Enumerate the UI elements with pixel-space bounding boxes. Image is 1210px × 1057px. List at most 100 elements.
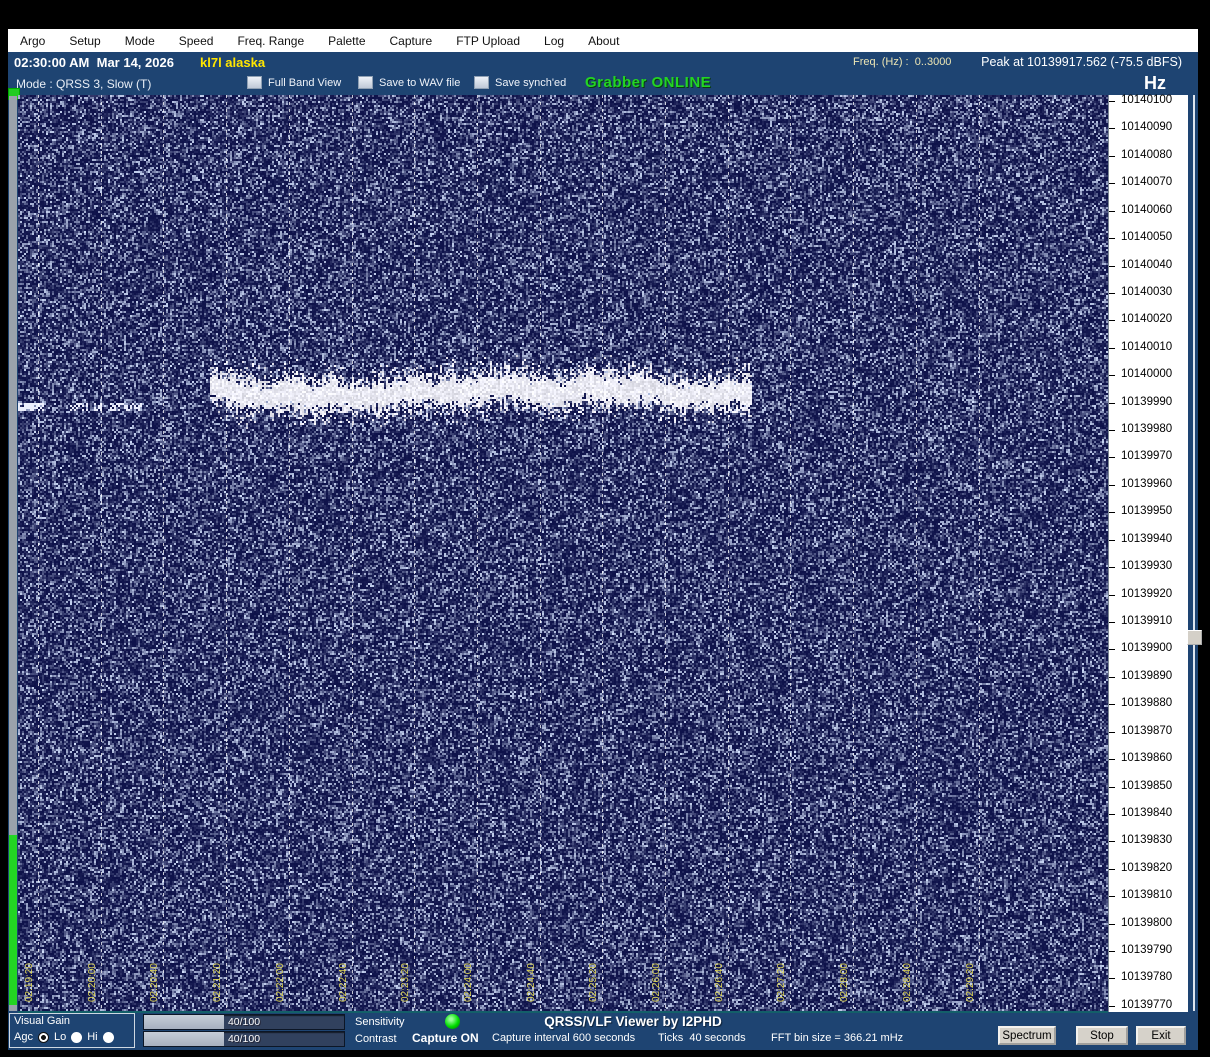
freq-tick xyxy=(1109,430,1115,431)
freq-tick xyxy=(1109,869,1115,870)
freq-label: 10139940 xyxy=(1121,533,1172,545)
time-gridline xyxy=(790,95,791,1011)
menu-bar: Argo Setup Mode Speed Freq. Range Palett… xyxy=(8,29,1198,52)
time-gridline xyxy=(414,95,415,1011)
hi-radio-label: Hi xyxy=(87,1031,97,1043)
checkbox-label: Save to WAV file xyxy=(379,77,460,89)
freq-label: 10140010 xyxy=(1121,341,1172,353)
time-gridline xyxy=(540,95,541,1011)
time-label: 02:19:20 xyxy=(24,963,35,1002)
freq-tick xyxy=(1109,622,1115,623)
freq-tick xyxy=(1109,320,1115,321)
time-gridline xyxy=(226,95,227,1011)
freq-label: 10139830 xyxy=(1121,834,1172,846)
contrast-slider[interactable]: 40/100 xyxy=(143,1031,345,1047)
time-label: 02:26:00 xyxy=(651,963,662,1002)
freq-tick xyxy=(1109,951,1115,952)
menu-mode[interactable]: Mode xyxy=(113,34,167,48)
checkbox-icon[interactable] xyxy=(474,76,489,89)
freq-label: 10139910 xyxy=(1121,615,1172,627)
save-to-wav-checkbox[interactable]: Save to WAV file xyxy=(358,76,460,89)
full-band-view-checkbox[interactable]: Full Band View xyxy=(247,76,341,89)
argo-window: Argo Setup Mode Speed Freq. Range Palett… xyxy=(8,29,1198,1050)
time-label: 02:20:40 xyxy=(149,963,160,1002)
freq-label: 10140090 xyxy=(1121,121,1172,133)
mode-readout: Mode : QRSS 3, Slow (T) xyxy=(16,77,151,91)
agc-radio[interactable] xyxy=(38,1032,49,1043)
freq-range-readout: Freq. (Hz) : 0..3000 xyxy=(853,56,951,68)
freq-label: 10140000 xyxy=(1121,368,1172,380)
freq-label: 10139880 xyxy=(1121,697,1172,709)
freq-tick xyxy=(1109,677,1115,678)
freq-tick xyxy=(1109,896,1115,897)
menu-freq-range[interactable]: Freq. Range xyxy=(225,34,316,48)
freq-label: 10139870 xyxy=(1121,725,1172,737)
grabber-status: Grabber ONLINE xyxy=(585,74,711,91)
hi-radio[interactable] xyxy=(103,1032,114,1043)
agc-radio-label: Agc xyxy=(14,1031,33,1043)
time-gridline xyxy=(38,95,39,1011)
checkbox-icon[interactable] xyxy=(247,76,262,89)
time-gridline xyxy=(602,95,603,1011)
sensitivity-slider[interactable]: 40/100 xyxy=(143,1014,345,1030)
app-title: QRSS/VLF Viewer by I2PHD xyxy=(513,1014,753,1029)
time-label: 02:28:40 xyxy=(902,963,913,1002)
freq-offset-slider-thumb[interactable] xyxy=(1187,630,1202,645)
menu-ftp-upload[interactable]: FTP Upload xyxy=(444,34,532,48)
menu-about[interactable]: About xyxy=(576,34,631,48)
contrast-label: Contrast xyxy=(355,1033,397,1045)
menu-capture[interactable]: Capture xyxy=(378,34,445,48)
info-bar: 02:30:00 AM Mar 14, 2026 kl7l alaska Fre… xyxy=(8,52,1198,73)
time-label: 02:24:40 xyxy=(526,963,537,1002)
time-label: 02:29:20 xyxy=(965,963,976,1002)
freq-label: 10139890 xyxy=(1121,670,1172,682)
freq-label: 10139920 xyxy=(1121,588,1172,600)
freq-label: 10139800 xyxy=(1121,917,1172,929)
lo-radio[interactable] xyxy=(71,1032,82,1043)
freq-label: 10140070 xyxy=(1121,176,1172,188)
menu-setup[interactable]: Setup xyxy=(57,34,112,48)
freq-tick xyxy=(1109,101,1115,102)
menu-speed[interactable]: Speed xyxy=(167,34,226,48)
freq-tick xyxy=(1109,759,1115,760)
save-synched-checkbox[interactable]: Save synch'ed xyxy=(474,76,566,89)
spectrum-button[interactable]: Spectrum xyxy=(998,1026,1056,1045)
checkbox-icon[interactable] xyxy=(358,76,373,89)
freq-label: 10140050 xyxy=(1121,231,1172,243)
mode-bar: Mode : QRSS 3, Slow (T) Full Band View S… xyxy=(8,73,1198,95)
freq-label: 10139820 xyxy=(1121,862,1172,874)
time-gridline xyxy=(163,95,164,1011)
freq-label: 10140020 xyxy=(1121,313,1172,325)
capture-status: Capture ON xyxy=(412,1031,479,1045)
freq-tick xyxy=(1109,156,1115,157)
freq-label: 10139930 xyxy=(1121,560,1172,572)
menu-argo[interactable]: Argo xyxy=(8,34,57,48)
visual-gain-group: Visual Gain Agc Lo Hi xyxy=(9,1013,135,1048)
freq-label: 10139950 xyxy=(1121,505,1172,517)
contrast-value: 40/100 xyxy=(144,1032,344,1046)
spectrogram-waterfall[interactable]: 02:19:20 02:20:00 02:20:40 02:21:20 02:22:00… xyxy=(18,95,1108,1013)
freq-tick xyxy=(1109,183,1115,184)
freq-label: 10139970 xyxy=(1121,450,1172,462)
time-label: 02:20:00 xyxy=(87,963,98,1002)
menu-palette[interactable]: Palette xyxy=(316,34,377,48)
freq-label: 10139900 xyxy=(1121,642,1172,654)
freq-tick xyxy=(1109,595,1115,596)
fft-bin-info: FFT bin size = 366.21 mHz xyxy=(771,1032,903,1044)
freq-label: 10139790 xyxy=(1121,944,1172,956)
freq-tick xyxy=(1109,293,1115,294)
time-label: 02:24:00 xyxy=(463,963,474,1002)
menu-log[interactable]: Log xyxy=(532,34,576,48)
time-gridline xyxy=(289,95,290,1011)
freq-tick xyxy=(1109,787,1115,788)
freq-tick xyxy=(1109,814,1115,815)
freq-label: 10139840 xyxy=(1121,807,1172,819)
freq-offset-slider-track xyxy=(1193,95,1195,1011)
time-gridline xyxy=(665,95,666,1011)
freq-label: 10139960 xyxy=(1121,478,1172,490)
spectrogram-canvas[interactable] xyxy=(18,95,1108,1011)
time-label: 02:27:20 xyxy=(776,963,787,1002)
stop-button[interactable]: Stop xyxy=(1076,1026,1128,1045)
time-gridline xyxy=(916,95,917,1011)
exit-button[interactable]: Exit xyxy=(1136,1026,1186,1045)
